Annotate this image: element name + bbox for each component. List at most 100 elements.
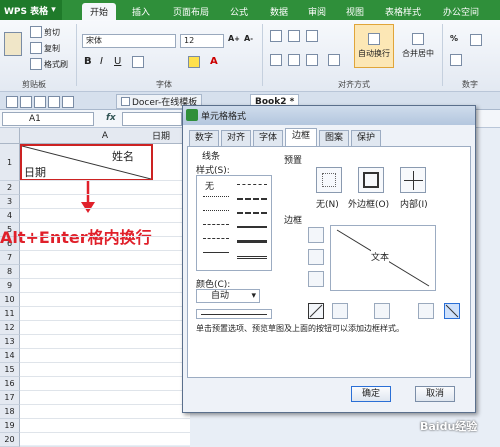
border-diagonal-down-button[interactable] xyxy=(444,303,460,319)
select-all-corner[interactable] xyxy=(0,128,20,144)
tab-font[interactable]: 字体 xyxy=(253,130,283,146)
comma-button[interactable] xyxy=(470,34,484,46)
tab-pattern[interactable]: 图案 xyxy=(319,130,349,146)
borders-button[interactable] xyxy=(132,56,146,68)
italic-button[interactable]: I xyxy=(100,56,103,67)
formula-input[interactable] xyxy=(122,112,182,126)
line-style-option[interactable] xyxy=(237,184,267,185)
preset-none-button[interactable] xyxy=(316,167,342,193)
row-header[interactable]: 9 xyxy=(0,279,20,293)
align-top-button[interactable] xyxy=(270,30,284,42)
border-left-button[interactable] xyxy=(332,303,348,319)
row-header[interactable]: 15 xyxy=(0,363,20,377)
row-header[interactable]: 12 xyxy=(0,321,20,335)
preset-none-label: 无(N) xyxy=(316,200,339,210)
underline-button[interactable]: U xyxy=(114,56,121,67)
align-left-button[interactable] xyxy=(270,54,284,66)
align-center-button[interactable] xyxy=(288,54,302,66)
tab-page-layout[interactable]: 页面布局 xyxy=(166,3,216,20)
line-style-option[interactable] xyxy=(237,226,267,228)
border-preview[interactable]: 文本 xyxy=(330,225,436,291)
row-header[interactable]: 1 xyxy=(0,144,20,181)
tab-protection[interactable]: 保护 xyxy=(351,130,381,146)
line-style-option[interactable] xyxy=(237,198,267,200)
dialog-title-bar[interactable]: 单元格格式 xyxy=(183,106,475,125)
tab-office-space[interactable]: 办公空间 xyxy=(436,3,486,20)
font-color-button[interactable]: A xyxy=(210,56,218,67)
row-header[interactable]: 3 xyxy=(0,195,20,209)
row-header[interactable]: 19 xyxy=(0,419,20,433)
row-header[interactable]: 7 xyxy=(0,251,20,265)
border-inside-horizontal-button[interactable] xyxy=(308,249,324,265)
border-bottom-button[interactable] xyxy=(308,271,324,287)
line-style-option[interactable] xyxy=(203,238,229,239)
app-menu-button[interactable]: WPS 表格 ▾ xyxy=(0,0,62,20)
cancel-button[interactable]: 取消 xyxy=(415,386,455,402)
tab-number[interactable]: 数字 xyxy=(189,130,219,146)
font-name-select[interactable]: 宋体 xyxy=(82,34,176,48)
border-top-button[interactable] xyxy=(308,227,324,243)
cut-button[interactable]: 剪切 xyxy=(30,26,60,38)
row-header[interactable]: 10 xyxy=(0,293,20,307)
border-tab-panel: 线条 样式(S): 无 颜色(C): 自动 ▾ 预置 无(N) 外边框(O) 内… xyxy=(187,146,471,378)
grid-line xyxy=(20,264,190,265)
indent-button[interactable] xyxy=(328,54,342,66)
fx-button[interactable]: fx xyxy=(106,113,116,123)
align-right-button[interactable] xyxy=(306,54,320,66)
tab-alignment[interactable]: 对齐 xyxy=(221,130,251,146)
preset-outline-button[interactable] xyxy=(358,167,384,193)
cell-a1[interactable]: 姓名 日期 xyxy=(20,144,153,181)
tab-formula[interactable]: 公式 xyxy=(222,3,256,20)
ok-button[interactable]: 确定 xyxy=(351,386,391,402)
line-style-option[interactable] xyxy=(203,196,229,197)
row-header[interactable]: 8 xyxy=(0,265,20,279)
tab-home[interactable]: 开始 xyxy=(82,3,116,20)
increase-decimal-button[interactable] xyxy=(450,54,464,66)
quick-access-toolbar[interactable] xyxy=(2,94,80,109)
border-inside-vertical-button[interactable] xyxy=(374,303,390,319)
copy-button[interactable]: 复制 xyxy=(30,42,60,54)
line-style-none[interactable]: 无 xyxy=(205,179,214,192)
row-header[interactable]: 14 xyxy=(0,349,20,363)
tab-view[interactable]: 视图 xyxy=(338,3,372,20)
shrink-font-button[interactable]: A- xyxy=(244,34,253,43)
line-style-option[interactable] xyxy=(203,252,229,253)
line-style-option[interactable] xyxy=(237,240,267,243)
line-style-option[interactable] xyxy=(203,210,229,211)
wrap-text-button[interactable]: 自动换行 xyxy=(354,24,394,68)
line-style-option[interactable] xyxy=(203,224,229,225)
preset-outline-label: 外边框(O) xyxy=(348,200,390,210)
line-style-list[interactable]: 无 xyxy=(196,175,272,271)
paste-button[interactable] xyxy=(4,26,26,62)
color-select[interactable]: 自动 ▾ xyxy=(196,289,260,303)
line-style-option[interactable] xyxy=(237,256,267,259)
tab-table-style[interactable]: 表格样式 xyxy=(378,3,428,20)
tab-border[interactable]: 边框 xyxy=(285,128,317,146)
format-painter-button[interactable]: 格式刷 xyxy=(30,58,68,70)
merge-center-button[interactable]: 合并居中 xyxy=(398,24,438,68)
row-header[interactable]: 16 xyxy=(0,377,20,391)
row-header[interactable]: 4 xyxy=(0,209,20,223)
row-header[interactable]: 2 xyxy=(0,181,20,195)
border-right-button[interactable] xyxy=(418,303,434,319)
border-diagonal-up-button[interactable] xyxy=(308,303,324,319)
row-header[interactable]: 17 xyxy=(0,391,20,405)
row-header[interactable]: 13 xyxy=(0,335,20,349)
percent-button[interactable]: % xyxy=(450,34,458,43)
row-header[interactable]: 11 xyxy=(0,307,20,321)
tab-data[interactable]: 数据 xyxy=(262,3,296,20)
align-bottom-button[interactable] xyxy=(306,30,320,42)
color-preview-line xyxy=(201,314,267,315)
bold-button[interactable]: B xyxy=(84,56,92,67)
row-header[interactable]: 18 xyxy=(0,405,20,419)
align-middle-button[interactable] xyxy=(288,30,302,42)
tab-insert[interactable]: 插入 xyxy=(124,3,158,20)
font-size-select[interactable]: 12 xyxy=(180,34,224,48)
tab-review[interactable]: 审阅 xyxy=(300,3,334,20)
line-style-option[interactable] xyxy=(237,212,267,214)
fill-color-button[interactable] xyxy=(188,56,202,68)
name-box[interactable]: A1 xyxy=(2,112,94,126)
grow-font-button[interactable]: A + xyxy=(228,34,240,43)
ribbon: 剪切 复制 格式刷 剪贴板 宋体 12 A + A- B I U A 字体 自动换… xyxy=(0,20,500,92)
preset-inside-button[interactable] xyxy=(400,167,426,193)
